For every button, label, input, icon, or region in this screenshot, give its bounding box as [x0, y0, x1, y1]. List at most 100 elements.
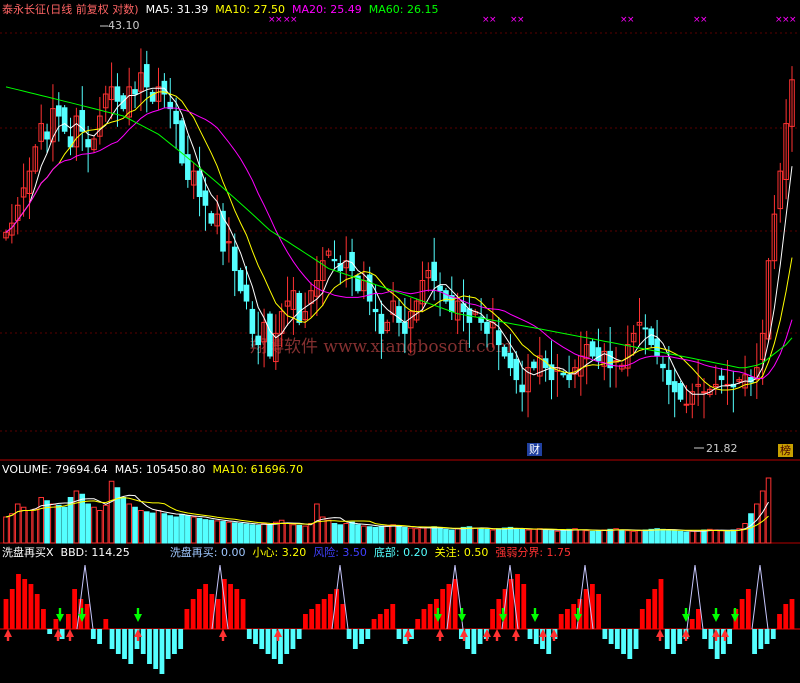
volume-bar	[214, 520, 220, 544]
candle-body	[677, 383, 684, 400]
volume-bar	[642, 529, 649, 544]
candle-body	[132, 89, 138, 95]
volume-bar	[249, 524, 256, 544]
indicator-bar	[315, 604, 321, 629]
sell-arrow-icon	[512, 629, 520, 637]
indicator-bar	[602, 629, 608, 639]
buy-arrow-stem	[80, 608, 84, 615]
volume-bar	[267, 524, 273, 544]
candle-body	[431, 261, 437, 282]
volume-bar	[231, 522, 238, 544]
volume-bar	[114, 487, 121, 544]
indicator-bar	[340, 604, 346, 629]
indicator-bar	[639, 609, 645, 629]
buy-arrow-stem	[576, 608, 580, 615]
buy-arrow-stem	[684, 608, 688, 615]
volume-bar	[407, 527, 414, 544]
candle-body	[179, 120, 185, 164]
indicator-bar	[415, 619, 421, 629]
volume-bar	[689, 530, 696, 544]
indicator-bar	[234, 589, 240, 629]
volume-bar	[566, 528, 572, 544]
volume-bar	[742, 523, 748, 544]
volume-bar	[707, 528, 713, 544]
volume-bar	[507, 526, 514, 544]
volume-bar	[185, 515, 191, 544]
indicator-bar	[172, 629, 177, 654]
candle-body	[718, 375, 725, 381]
buy-arrow-icon	[712, 614, 720, 622]
indicator-bar	[153, 629, 159, 669]
volume-bar	[331, 523, 338, 544]
indicator-bar	[28, 584, 34, 629]
indicator-bar	[284, 629, 290, 654]
volume-bar	[730, 529, 737, 544]
volume-bar	[179, 513, 185, 544]
indicator-bar	[452, 579, 458, 629]
sell-arrow-stem	[485, 636, 489, 641]
candle-body	[67, 136, 74, 148]
indicator-bar	[346, 629, 352, 639]
volume-bar	[636, 530, 643, 544]
volume-bar	[519, 528, 525, 544]
indicator-bar	[72, 589, 78, 629]
candle-body	[589, 341, 596, 357]
indicator-bar	[708, 629, 714, 649]
volume-bar	[14, 503, 21, 544]
indicator-bar	[671, 629, 676, 654]
candle-body	[143, 64, 150, 88]
volume-bar	[384, 524, 391, 544]
indicator-bar	[84, 604, 90, 629]
sell-arrow-stem	[438, 636, 442, 641]
candle-body	[44, 131, 50, 140]
volume-bar	[325, 519, 332, 544]
ma5-line	[5, 87, 793, 395]
indicator-bar	[34, 594, 40, 629]
candle-body	[484, 321, 490, 334]
candle-body	[267, 313, 273, 357]
buy-arrow-icon	[458, 614, 466, 622]
indicator-bar	[9, 589, 15, 629]
indicator-bar	[702, 629, 708, 639]
candle-body	[396, 306, 402, 323]
indicator-bar	[608, 629, 614, 644]
sell-arrow-stem	[406, 636, 410, 641]
volume-bar	[671, 530, 678, 544]
volume-bar	[302, 525, 308, 544]
volume-bar	[654, 528, 660, 544]
sell-arrow-stem	[723, 636, 727, 641]
signal-cross-marker: ×	[789, 15, 797, 25]
volume-bar	[419, 527, 426, 544]
indicator-bar	[147, 629, 152, 664]
candle-body	[372, 308, 379, 313]
indicator-bar	[128, 629, 134, 664]
candle-body	[55, 105, 62, 117]
indicator-bar	[16, 574, 21, 629]
indicator-bar	[3, 599, 9, 629]
indicator-bar	[696, 609, 701, 629]
indicator-bar	[664, 629, 670, 649]
volume-bar	[630, 530, 637, 544]
volume-bar	[273, 521, 279, 544]
volume-bar	[284, 523, 291, 544]
volume-bar	[237, 523, 244, 544]
sell-arrow-icon	[4, 629, 12, 637]
volume-bar	[454, 528, 461, 544]
indicator-bar	[265, 629, 271, 654]
indicator-bar	[140, 629, 146, 654]
volume-bar	[243, 523, 250, 544]
sell-arrow-stem	[276, 636, 280, 641]
indicator-bar	[677, 629, 683, 644]
indicator-bar	[53, 619, 59, 629]
volume-bar	[361, 525, 367, 544]
volume-bar	[366, 526, 373, 544]
sell-arrow-stem	[514, 636, 518, 641]
volume-bar	[578, 529, 584, 544]
indicator-bar	[203, 584, 209, 629]
sell-arrow-stem	[658, 636, 662, 641]
indicator-bar	[321, 599, 327, 629]
volume-bar	[149, 512, 156, 544]
sell-arrow-icon	[656, 629, 664, 637]
sell-arrow-stem	[6, 636, 10, 641]
candle-body	[437, 285, 443, 292]
